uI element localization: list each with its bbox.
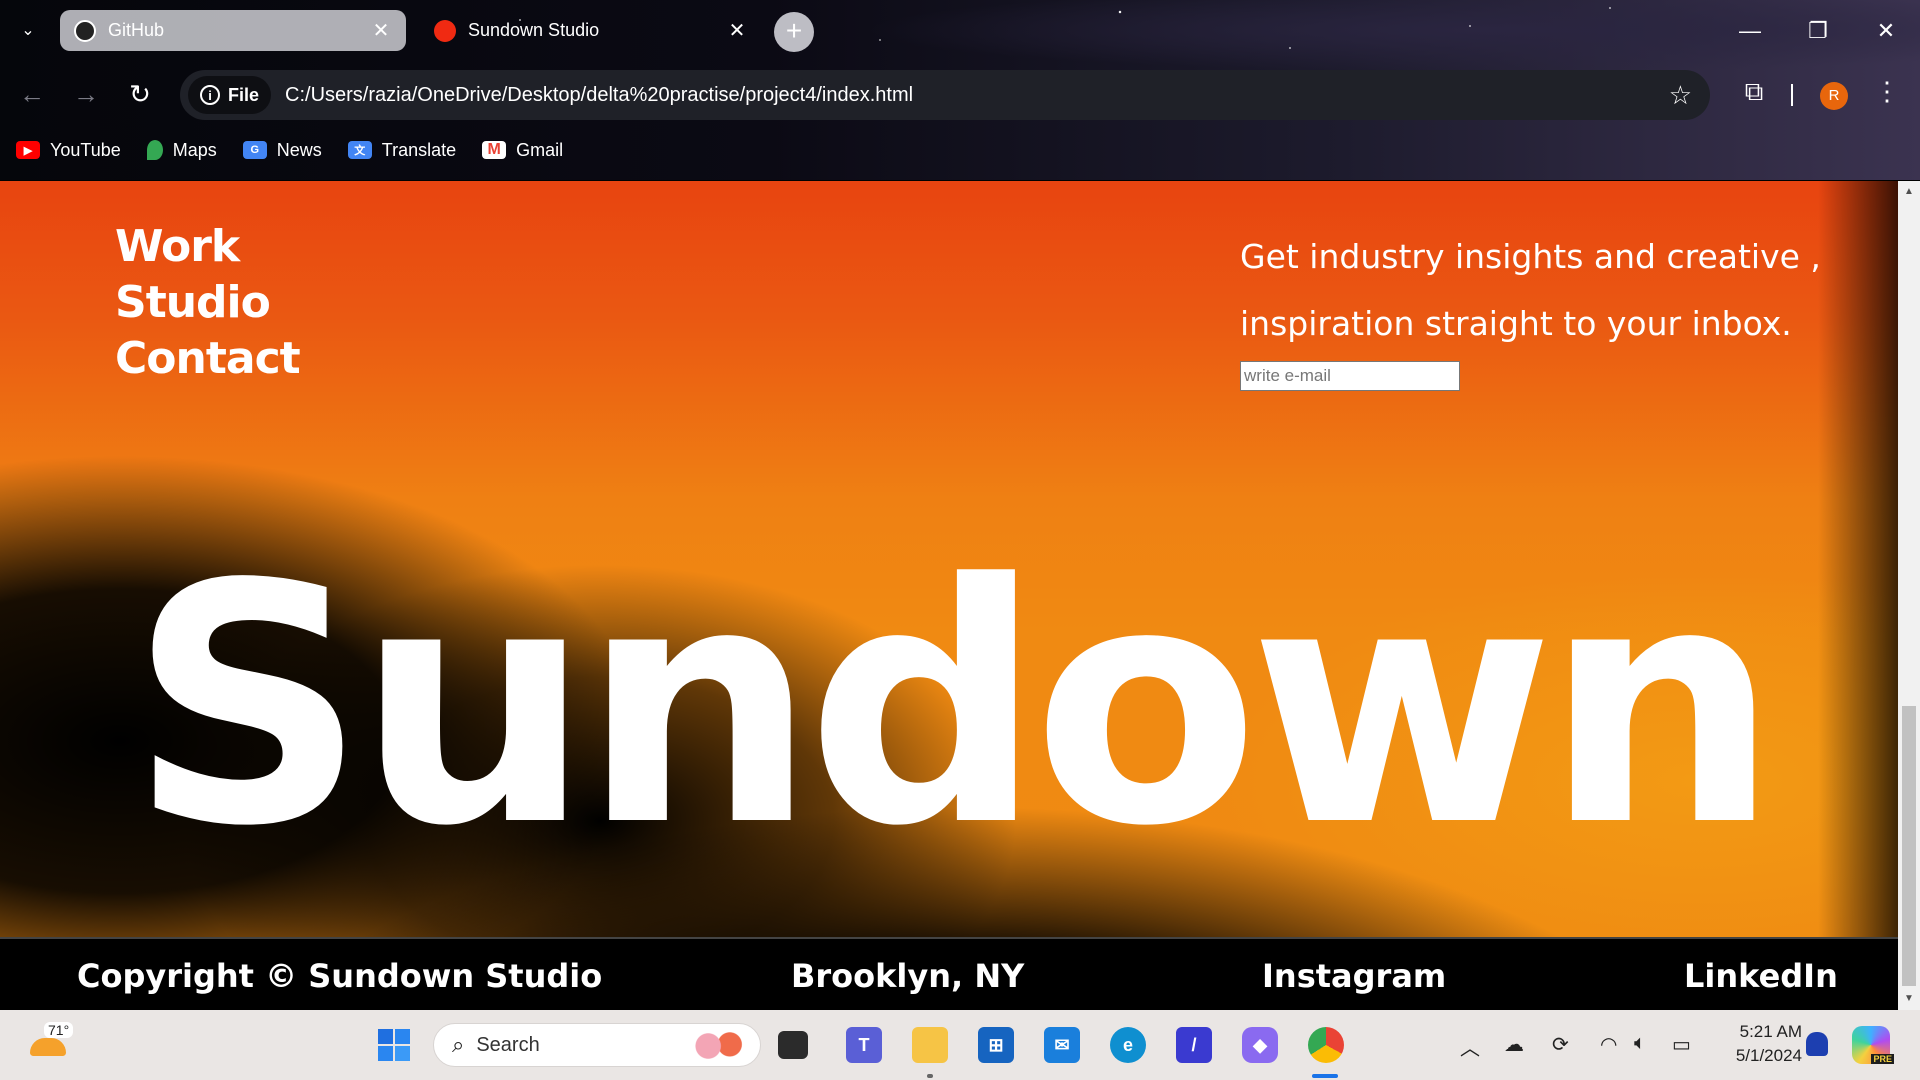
volume-icon[interactable]: 🔈︎	[1634, 1032, 1646, 1055]
hero-title: Sundown	[128, 514, 1779, 898]
forward-arrow-icon[interactable]: →	[68, 76, 104, 112]
teams-icon[interactable]: T	[846, 1027, 882, 1063]
bookmark-translate[interactable]: 文 Translate	[347, 139, 457, 161]
more-menu-icon[interactable]: ⋮	[1872, 76, 1902, 107]
scrollbar-thumb[interactable]	[1902, 706, 1916, 986]
clock-time: 5:21 AM	[1739, 1022, 1802, 1041]
gmail-icon: M	[482, 141, 507, 159]
site-footer: Copyright © Sundown Studio Brooklyn, NY …	[0, 937, 1898, 1010]
translate-icon: 文	[347, 141, 372, 159]
microsoft-store-icon[interactable]: ⊞	[978, 1027, 1014, 1063]
weather-widget[interactable]: 71°	[30, 1022, 74, 1064]
tab-strip: ⌄ GitHub ✕ Sundown Studio ✕ + — ❐ ✕	[0, 0, 1920, 62]
windows-taskbar: 71° ⌕ Search T ⊞ ✉ e / ◆ ︿ ☁ ⟳ ◠ 🔈︎ ▭ 5:…	[0, 1010, 1920, 1080]
taskbar-search-box[interactable]: ⌕ Search	[433, 1023, 761, 1067]
footer-instagram-link[interactable]: Instagram	[1262, 957, 1446, 995]
email-input[interactable]	[1240, 361, 1460, 391]
tab-github[interactable]: GitHub ✕	[60, 10, 406, 51]
tab-search-chevron-icon[interactable]: ⌄	[12, 14, 44, 46]
extensions-puzzle-icon[interactable]: ⧉	[1736, 76, 1772, 108]
bookmark-star-icon[interactable]: ☆	[1669, 80, 1692, 111]
onedrive-cloud-icon[interactable]: ☁	[1504, 1032, 1524, 1057]
clock-date: 5/1/2024	[1735, 1046, 1802, 1065]
tab-sundown-studio[interactable]: Sundown Studio ✕	[420, 10, 762, 51]
footer-location: Brooklyn, NY	[791, 957, 1025, 995]
info-icon: i	[200, 85, 220, 105]
browser-chrome: ⌄ GitHub ✕ Sundown Studio ✕ + — ❐ ✕ ← → …	[0, 0, 1920, 180]
task-view-icon[interactable]	[778, 1031, 808, 1059]
browser-toolbar: ← → ↻ i File C:/Users/razia/OneDrive/Des…	[0, 62, 1920, 126]
page-scrollbar[interactable]: ▲ ▼	[1898, 181, 1920, 1010]
bookmarks-bar: ▶ YouTube Maps G News 文 Translate M Gmai…	[0, 132, 1920, 168]
bookmark-label: YouTube	[50, 139, 121, 160]
maps-icon	[146, 140, 163, 160]
sync-icon[interactable]: ⟳	[1552, 1032, 1569, 1057]
copilot-badge: PRE	[1871, 1054, 1894, 1064]
nav-link-studio[interactable]: Studio	[115, 275, 300, 331]
bookmark-label: Maps	[172, 139, 217, 160]
address-bar[interactable]: i File C:/Users/razia/OneDrive/Desktop/d…	[180, 70, 1710, 120]
back-arrow-icon[interactable]: ←	[14, 76, 50, 112]
newsletter-text-line2: inspiration straight to your inbox.	[1240, 304, 1792, 343]
site-nav: Work Studio Contact	[115, 219, 301, 387]
toolbar-divider	[1791, 84, 1793, 106]
edge-icon[interactable]: e	[1110, 1027, 1146, 1063]
windows-start-icon[interactable]	[376, 1027, 412, 1063]
bookmark-label: News	[276, 139, 322, 160]
footer-copyright: Copyright © Sundown Studio	[77, 957, 603, 995]
weather-sun-icon	[30, 1038, 66, 1056]
bookmark-maps[interactable]: Maps	[146, 139, 217, 161]
nav-link-work[interactable]: Work	[115, 219, 300, 275]
url-text[interactable]: C:/Users/razia/OneDrive/Desktop/delta%20…	[285, 84, 913, 107]
running-indicator	[927, 1074, 933, 1078]
copilot-app-icon[interactable]: ◆	[1242, 1027, 1278, 1063]
restore-icon[interactable]: ❐	[1784, 0, 1852, 62]
chrome-icon[interactable]	[1308, 1027, 1344, 1063]
scroll-down-arrow-icon[interactable]: ▼	[1898, 988, 1920, 1010]
power-automate-icon[interactable]: /	[1176, 1027, 1212, 1063]
close-tab-icon[interactable]: ✕	[726, 18, 748, 43]
newsletter-text-line1: Get industry insights and creative ,	[1240, 237, 1821, 276]
bookmark-label: Translate	[381, 139, 457, 160]
bookmark-label: Gmail	[516, 139, 564, 160]
bookmark-youtube[interactable]: ▶ YouTube	[16, 140, 121, 161]
news-icon: G	[242, 141, 267, 159]
copilot-preview-icon[interactable]: PRE	[1852, 1026, 1894, 1064]
notification-bell-icon[interactable]	[1806, 1032, 1828, 1056]
weather-temperature: 71°	[44, 1022, 74, 1038]
newsletter-signup: Get industry insights and creative , ins…	[1240, 223, 1840, 391]
reload-icon[interactable]: ↻	[122, 76, 158, 112]
show-hidden-icons-chevron-icon[interactable]: ︿	[1460, 1032, 1480, 1061]
site-info-chip[interactable]: i File	[188, 76, 272, 114]
github-icon	[74, 19, 96, 42]
file-explorer-icon[interactable]	[912, 1027, 948, 1063]
nav-link-contact[interactable]: Contact	[115, 331, 301, 387]
minimize-icon[interactable]: —	[1716, 0, 1784, 62]
wifi-icon[interactable]: ◠	[1600, 1032, 1617, 1057]
page-hero-section: Work Studio Contact Get industry insight…	[0, 181, 1898, 937]
profile-avatar[interactable]: R	[1820, 82, 1848, 110]
scroll-up-arrow-icon[interactable]: ▲	[1898, 181, 1920, 203]
close-tab-icon[interactable]: ✕	[370, 18, 392, 43]
close-window-icon[interactable]: ✕	[1852, 0, 1920, 62]
bookmark-news[interactable]: G News	[242, 139, 322, 161]
footer-linkedin-link[interactable]: LinkedIn	[1684, 957, 1838, 995]
youtube-icon: ▶	[16, 141, 40, 159]
system-clock[interactable]: 5:21 AM 5/1/2024	[1722, 1020, 1802, 1068]
sundown-favicon	[434, 19, 456, 42]
battery-icon[interactable]: ▭	[1672, 1032, 1691, 1057]
new-tab-button[interactable]: +	[774, 12, 814, 52]
active-app-indicator	[1312, 1074, 1338, 1078]
tab-title: Sundown Studio	[468, 20, 600, 40]
search-icon: ⌕	[452, 1032, 465, 1057]
bookmark-gmail[interactable]: M Gmail	[482, 140, 563, 161]
mail-icon[interactable]: ✉	[1044, 1027, 1080, 1063]
site-info-label: File	[228, 84, 260, 105]
search-highlight-flower-icon	[692, 1030, 746, 1062]
search-label: Search	[476, 1033, 540, 1056]
tab-title: GitHub	[108, 20, 165, 40]
